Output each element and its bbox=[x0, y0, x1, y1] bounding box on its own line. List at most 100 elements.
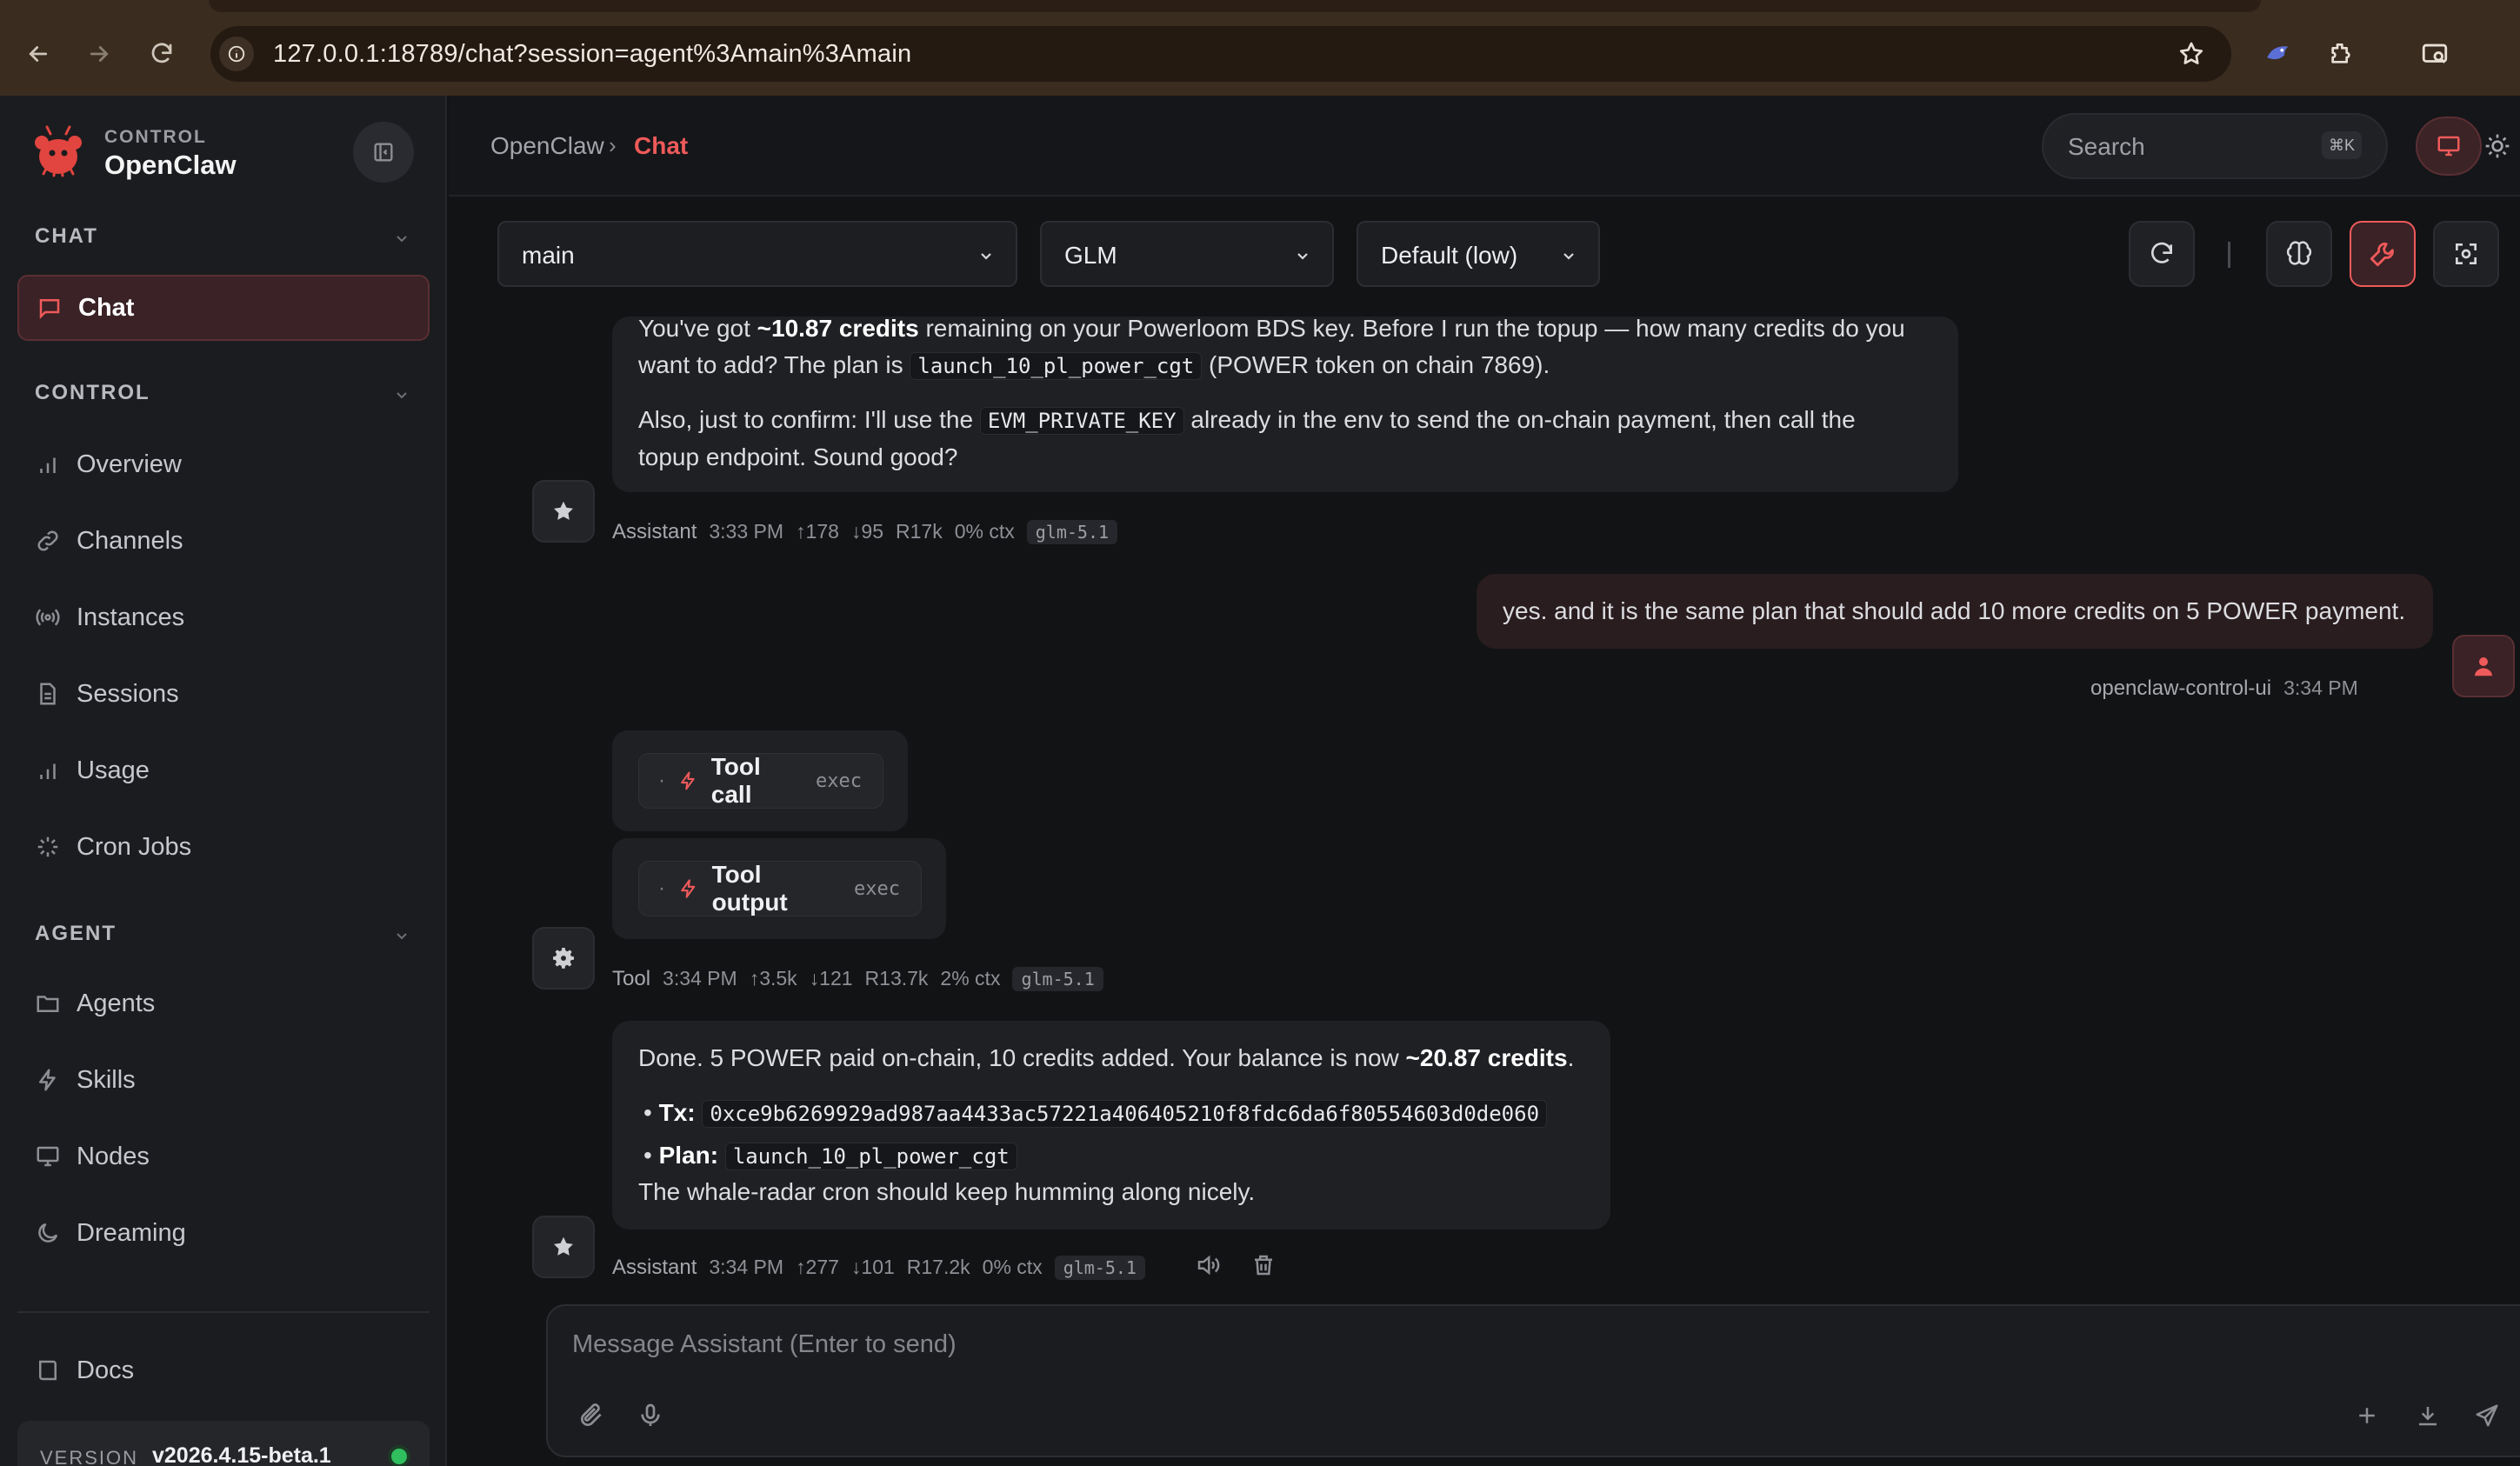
tool-output-card[interactable]: · Tool output exec bbox=[612, 838, 946, 939]
sidebar-item-channels[interactable]: Channels bbox=[17, 508, 430, 574]
sidebar-item-label: Overview bbox=[77, 450, 182, 478]
tools-toggle-button[interactable] bbox=[2350, 221, 2416, 287]
tokens-read: R17k bbox=[896, 520, 943, 543]
site-info-icon[interactable] bbox=[219, 37, 254, 71]
download-icon[interactable] bbox=[2410, 1398, 2445, 1433]
session-select[interactable]: main bbox=[497, 221, 1017, 287]
refresh-icon bbox=[2151, 242, 2172, 263]
extension-bird-icon[interactable] bbox=[2259, 35, 2297, 73]
message-role: Assistant bbox=[612, 520, 697, 543]
tool-call-kind: exec bbox=[816, 770, 862, 792]
tab-search-icon[interactable] bbox=[2416, 35, 2454, 73]
chevron-down-icon[interactable] bbox=[391, 925, 412, 946]
refresh-button[interactable] bbox=[2129, 221, 2195, 287]
sidebar-item-label: Skills bbox=[77, 1065, 136, 1094]
chevron-down-icon bbox=[981, 253, 991, 260]
context-usage: 0% ctx bbox=[982, 1256, 1043, 1278]
sidebar-item-dreaming[interactable]: Dreaming bbox=[17, 1200, 430, 1266]
sidebar-item-instances[interactable]: Instances bbox=[17, 584, 430, 650]
search-shortcut: ⌘K bbox=[2322, 131, 2362, 159]
model-select[interactable]: GLM bbox=[1040, 221, 1334, 287]
plus-icon[interactable] bbox=[2350, 1398, 2384, 1433]
sidebar-item-chat[interactable]: Chat bbox=[17, 275, 430, 341]
sidebar-divider bbox=[17, 1311, 430, 1313]
message-role: Assistant bbox=[612, 1256, 697, 1279]
context-usage: 0% ctx bbox=[954, 520, 1015, 543]
section-chat-heading[interactable]: CHAT bbox=[35, 224, 98, 249]
tool-call-card[interactable]: · Tool call exec bbox=[612, 730, 908, 831]
thinking-level-select[interactable]: Default (low) bbox=[1357, 221, 1600, 287]
assistant-message-text: Also, just to confirm: I'll use the EVM_… bbox=[638, 406, 1856, 470]
sidebar-item-label: Agents bbox=[77, 989, 156, 1017]
bolt-icon bbox=[681, 879, 696, 898]
tab-strip bbox=[209, 0, 2261, 12]
sidebar-item-label: Chat bbox=[78, 293, 135, 322]
breadcrumb-separator: › bbox=[609, 132, 617, 158]
sidebar-item-cron-jobs[interactable]: Cron Jobs bbox=[17, 814, 430, 880]
tool-output-summary[interactable]: · Tool output exec bbox=[638, 861, 922, 916]
message-meta: openclaw-control-ui 3:34 PM bbox=[2090, 676, 2370, 701]
version-label: VERSION bbox=[40, 1447, 139, 1466]
message-time: 3:34 PM bbox=[709, 1256, 784, 1278]
tokens-out: ↓101 bbox=[850, 1256, 895, 1278]
brand-name: OpenClaw bbox=[104, 150, 237, 180]
assistant-avatar bbox=[532, 1216, 595, 1278]
section-control-heading[interactable]: CONTROL bbox=[35, 381, 150, 405]
version-panel: VERSION v2026.4.15-beta.1 bbox=[17, 1421, 430, 1466]
chevron-down-icon bbox=[1563, 253, 1574, 260]
send-icon[interactable] bbox=[2470, 1398, 2504, 1433]
thinking-toggle-button[interactable] bbox=[2266, 221, 2332, 287]
sidebar-item-nodes[interactable]: Nodes bbox=[17, 1123, 430, 1189]
chevron-down-icon[interactable] bbox=[391, 384, 412, 405]
reload-icon[interactable] bbox=[143, 35, 181, 73]
plan-code: launch_10_pl_power_cgt bbox=[910, 352, 1203, 380]
sidebar-item-sessions[interactable]: Sessions bbox=[17, 661, 430, 727]
user-message-text: yes. and it is the same plan that should… bbox=[1503, 597, 2406, 624]
extensions-puzzle-icon[interactable] bbox=[2322, 35, 2360, 73]
plan-list-item: • Plan: launch_10_pl_power_cgt bbox=[643, 1137, 1017, 1175]
plan-code: launch_10_pl_power_cgt bbox=[724, 1143, 1017, 1170]
model-chip: glm-5.1 bbox=[1054, 1256, 1145, 1280]
sidebar-item-label: Nodes bbox=[77, 1142, 150, 1170]
tx-list-item: • Tx: 0xce9b6269929ad987aa4433ac57221a40… bbox=[643, 1095, 1548, 1132]
microphone-icon[interactable] bbox=[633, 1398, 668, 1433]
sidebar-item-usage[interactable]: Usage bbox=[17, 737, 430, 803]
tool-output-kind: exec bbox=[854, 877, 900, 900]
chevron-down-icon[interactable] bbox=[391, 228, 412, 249]
url-text[interactable]: 127.0.0.1:18789/chat?session=agent%3Amai… bbox=[273, 40, 911, 69]
session-select-value: main bbox=[522, 242, 575, 269]
tool-call-summary[interactable]: · Tool call exec bbox=[638, 753, 883, 809]
message-meta: Tool 3:34 PM ↑3.5k ↓121 R13.7k 2% ctx glm-5.1 bbox=[612, 967, 1103, 991]
focus-mode-button[interactable] bbox=[2433, 221, 2499, 287]
sidebar-item-docs[interactable]: Docs bbox=[17, 1337, 430, 1403]
book-icon bbox=[39, 1360, 57, 1381]
bookmark-star-icon[interactable] bbox=[2172, 35, 2210, 73]
forward-icon[interactable] bbox=[80, 35, 118, 73]
speaker-icon[interactable] bbox=[1195, 1252, 1221, 1278]
brand-kicker: CONTROL bbox=[104, 127, 207, 147]
sun-icon[interactable] bbox=[2483, 132, 2511, 160]
back-icon[interactable] bbox=[19, 35, 57, 73]
attach-icon[interactable] bbox=[574, 1398, 609, 1433]
radio-icon bbox=[36, 609, 60, 626]
message-time: 3:33 PM bbox=[709, 520, 784, 543]
sidebar-item-agents[interactable]: Agents bbox=[17, 970, 430, 1036]
message-sender: openclaw-control-ui bbox=[2090, 676, 2272, 700]
user-icon bbox=[2475, 657, 2492, 676]
sidebar-collapse-button[interactable] bbox=[353, 122, 414, 183]
sidebar-item-skills[interactable]: Skills bbox=[17, 1047, 430, 1113]
message-composer[interactable] bbox=[546, 1304, 2520, 1457]
trash-icon[interactable] bbox=[1250, 1252, 1277, 1278]
tool-output-label: Tool output bbox=[711, 861, 788, 916]
chevron-down-icon bbox=[1297, 253, 1308, 260]
tx-label: Tx: bbox=[658, 1099, 696, 1126]
sidebar-item-overview[interactable]: Overview bbox=[17, 431, 430, 497]
tokens-read: R13.7k bbox=[864, 967, 929, 990]
composer-input[interactable]: Message Assistant (Enter to send) bbox=[572, 1330, 957, 1359]
search-placeholder: Search bbox=[2068, 133, 2145, 160]
loader-icon bbox=[37, 836, 58, 857]
section-agent-heading[interactable]: AGENT bbox=[35, 922, 117, 946]
theme-toggle-system[interactable] bbox=[2416, 117, 2482, 176]
star-icon bbox=[554, 501, 573, 520]
breadcrumb-root[interactable]: OpenClaw bbox=[490, 132, 604, 160]
